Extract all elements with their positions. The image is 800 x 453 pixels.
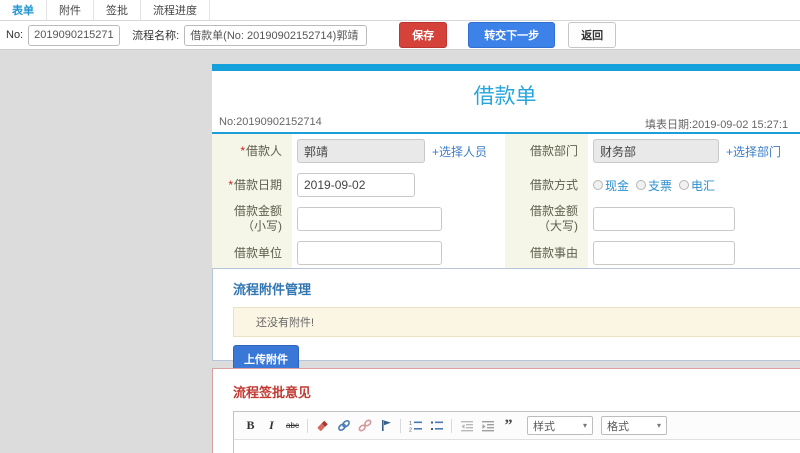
flow-name-label: 流程名称: — [132, 30, 180, 42]
forward-next-step-button[interactable]: 转交下一步 — [468, 22, 556, 48]
svg-text:2: 2 — [409, 427, 412, 432]
form-no-text: No:20190902152714 — [219, 116, 322, 128]
outdent-button[interactable] — [457, 417, 476, 435]
app-window: 表单 附件 签批 流程进度 No: 流程名称: 保存 转交下一步 返回 借款单 … — [0, 0, 800, 453]
attachments-panel: 流程附件管理 还没有附件! 上传附件 — [212, 268, 800, 373]
save-button[interactable]: 保存 — [399, 22, 448, 48]
required-mark: * — [228, 177, 233, 192]
unlink-button[interactable] — [355, 417, 374, 435]
amount-big-field — [588, 202, 800, 236]
dept-input[interactable] — [593, 139, 719, 163]
no-attachment-alert: 还没有附件! — [233, 307, 800, 337]
chevron-down-icon: ▾ — [656, 421, 661, 430]
blockquote-button[interactable]: ” — [499, 417, 518, 435]
amount-small-field — [292, 202, 505, 236]
numbered-list-button[interactable]: 12 — [406, 417, 425, 435]
loan-date-field — [292, 168, 505, 202]
anchor-flag-button[interactable] — [376, 417, 395, 435]
loan-form-panel: 借款单 No:20190902152714 填表日期:2019-09-02 15… — [212, 64, 800, 274]
attachments-title: 流程附件管理 — [233, 282, 312, 297]
bulleted-list-button[interactable] — [427, 417, 446, 435]
bulleted-list-icon — [430, 421, 443, 430]
method-radio-cheque[interactable]: 支票 — [636, 177, 672, 194]
format-dropdown[interactable]: 格式 ▾ — [601, 416, 667, 435]
flag-icon — [381, 420, 391, 431]
strikethrough-button[interactable]: abc — [283, 417, 302, 435]
dept-field: +选择部门 — [588, 134, 800, 168]
unit-field — [292, 236, 505, 270]
form-meta-row: No:20190902152714 填表日期:2019-09-02 15:27:… — [212, 116, 800, 134]
no-input[interactable] — [28, 24, 121, 46]
reason-input[interactable] — [593, 241, 735, 265]
styles-dropdown[interactable]: 样式 ▾ — [527, 416, 593, 435]
borrower-field: +选择人员 — [292, 134, 505, 168]
amount-small-label: 借款金额（小写) — [212, 202, 292, 236]
rich-text-editor: B I abc 1 2 ” 样式 ▾ 格式 ▾ — [233, 411, 800, 453]
flow-name-input[interactable] — [184, 24, 368, 46]
method-radio-wire[interactable]: 电汇 — [679, 177, 715, 194]
svg-text:1: 1 — [409, 421, 412, 427]
content-area: 借款单 No:20190902152714 填表日期:2019-09-02 15… — [0, 50, 800, 453]
amount-small-input[interactable] — [297, 207, 442, 231]
toolbar-separator — [307, 418, 308, 433]
borrower-input[interactable] — [297, 139, 425, 163]
form-top-accent-bar — [212, 64, 800, 71]
editor-toolbar: B I abc 1 2 ” 样式 ▾ 格式 ▾ — [234, 412, 800, 440]
dept-label: 借款部门 — [505, 134, 588, 168]
editor-content-area[interactable] — [234, 440, 800, 453]
outdent-icon — [460, 420, 473, 431]
toolbar-separator — [451, 418, 452, 433]
radio-circle-icon — [593, 180, 603, 190]
unit-input[interactable] — [297, 241, 442, 265]
form-date-text: 填表日期:2019-09-02 15:27:1 — [645, 119, 789, 131]
eraser-icon — [317, 420, 328, 431]
unit-label: 借款单位 — [212, 236, 292, 270]
form-table: *借款人 +选择人员 借款部门 +选择部门 *借款日期 — [212, 134, 800, 270]
tab-form[interactable]: 表单 — [0, 0, 47, 20]
link-button[interactable] — [334, 417, 353, 435]
back-button[interactable]: 返回 — [568, 22, 617, 48]
loan-date-input[interactable] — [297, 173, 415, 197]
method-field: 现金 支票 电汇 — [588, 168, 800, 202]
no-label: No: — [6, 29, 24, 41]
loan-date-label: *借款日期 — [212, 168, 292, 202]
link-chain-icon — [337, 420, 350, 431]
amount-big-input[interactable] — [593, 207, 735, 231]
numbered-list-icon: 12 — [409, 421, 422, 432]
select-person-link[interactable]: +选择人员 — [432, 143, 487, 160]
bold-button[interactable]: B — [241, 417, 260, 435]
indent-icon — [481, 420, 494, 431]
tab-progress[interactable]: 流程进度 — [141, 0, 210, 20]
amount-big-label: 借款金额（大写) — [505, 202, 588, 236]
borrower-label: *借款人 — [212, 134, 292, 168]
indent-button[interactable] — [478, 417, 497, 435]
approval-comments-panel: 流程签批意见 B I abc 1 2 ” 样式 ▾ 格式 ▾ — [212, 368, 800, 453]
toolbar-separator — [400, 418, 401, 433]
action-toolbar: No: 流程名称: 保存 转交下一步 返回 — [0, 21, 800, 50]
reason-field — [588, 236, 800, 270]
chevron-down-icon: ▾ — [582, 421, 587, 430]
tab-approval[interactable]: 签批 — [94, 0, 141, 20]
form-title: 借款单 — [473, 85, 537, 108]
method-label: 借款方式 — [505, 168, 588, 202]
select-dept-link[interactable]: +选择部门 — [726, 143, 781, 160]
italic-button[interactable]: I — [262, 417, 281, 435]
approval-title: 流程签批意见 — [233, 385, 312, 400]
radio-circle-icon — [636, 180, 647, 190]
tab-bar: 表单 附件 签批 流程进度 — [0, 0, 800, 21]
reason-label: 借款事由 — [505, 236, 588, 270]
unlink-icon — [358, 419, 371, 432]
required-mark: * — [240, 143, 245, 158]
radio-circle-icon — [679, 180, 690, 190]
method-radio-cash[interactable]: 现金 — [593, 177, 629, 194]
remove-format-button[interactable] — [313, 417, 332, 435]
tab-attachment[interactable]: 附件 — [47, 0, 94, 20]
